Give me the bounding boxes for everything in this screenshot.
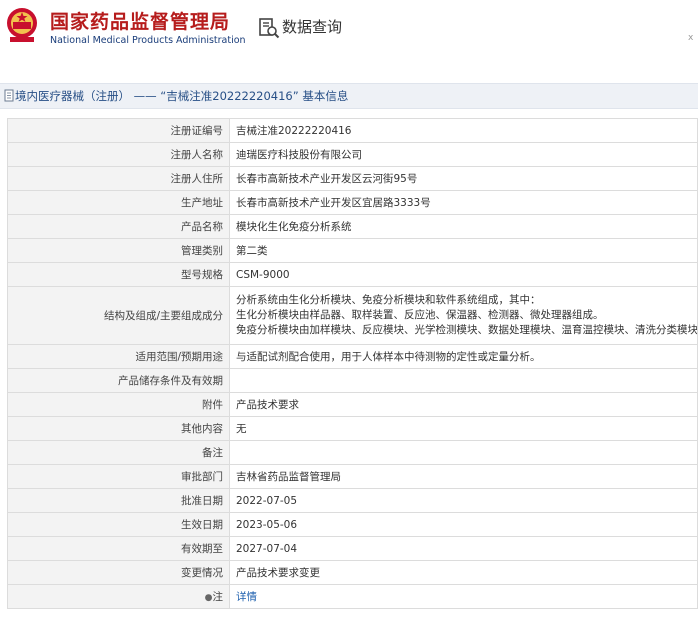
note-label: ●注 (7, 584, 230, 609)
field-label: 注册人住所 (7, 166, 230, 191)
table-row: 批准日期 2022-07-05 (7, 488, 698, 513)
structure-line: 生化分析模块由样品器、取样装置、反应池、保温器、检测器、微处理器组成。 (236, 309, 604, 321)
table-row: 生效日期 2023-05-06 (7, 512, 698, 537)
table-row: 适用范围/预期用途 与适配试剂配合使用，用于人体样本中待测物的定性或定量分析。 (7, 344, 698, 369)
field-value: 吉械注准20222220416 (229, 118, 698, 143)
field-value: CSM-9000 (229, 262, 698, 287)
field-value: 与适配试剂配合使用，用于人体样本中待测物的定性或定量分析。 (229, 344, 698, 369)
field-value: 迪瑞医疗科技股份有限公司 (229, 142, 698, 167)
breadcrumb: 境内医疗器械（注册） —— “吉械注准20222220416” 基本信息 (0, 83, 698, 109)
field-value: 2022-07-05 (229, 488, 698, 513)
header-edge-mark: x (688, 33, 694, 43)
details-link[interactable]: 详情 (236, 591, 257, 603)
data-query-title: 数据查询 (282, 18, 343, 36)
field-value: 第二类 (229, 238, 698, 263)
field-label: 注 (212, 591, 224, 603)
table-row: ●注 详情 (7, 584, 698, 609)
field-label: 生产地址 (7, 190, 230, 215)
table-row: 变更情况 产品技术要求变更 (7, 560, 698, 585)
table-row: 产品储存条件及有效期 (7, 368, 698, 393)
field-label: 注册人名称 (7, 142, 230, 167)
pin-icon: ● (204, 593, 213, 603)
field-label: 产品储存条件及有效期 (7, 368, 230, 393)
site-title-en: National Medical Products Administration (50, 35, 246, 46)
document-icon (4, 89, 14, 102)
table-row: 注册证编号 吉械注准20222220416 (7, 118, 698, 143)
field-value: 长春市高新技术产业开发区宜居路3333号 (229, 190, 698, 215)
structure-line: 分析系统由生化分析模块、免疫分析模块和软件系统组成，其中： (236, 294, 541, 306)
table-row: 备注 (7, 440, 698, 465)
field-label: 审批部门 (7, 464, 230, 489)
table-row: 结构及组成/主要组成成分 分析系统由生化分析模块、免疫分析模块和软件系统组成，其… (7, 286, 698, 345)
table-row: 生产地址 长春市高新技术产业开发区宜居路3333号 (7, 190, 698, 215)
field-value: 详情 (229, 584, 698, 609)
table-row: 产品名称 模块化生化免疫分析系统 (7, 214, 698, 239)
field-label: 注册证编号 (7, 118, 230, 143)
field-value-multiline: 分析系统由生化分析模块、免疫分析模块和软件系统组成，其中： 生化分析模块由样品器… (229, 286, 698, 345)
table-row: 注册人住所 长春市高新技术产业开发区云河街95号 (7, 166, 698, 191)
field-value: 2027-07-04 (229, 536, 698, 561)
field-label: 其他内容 (7, 416, 230, 441)
site-header: 国家药品监督管理局 National Medical Products Admi… (0, 0, 698, 68)
field-label: 型号规格 (7, 262, 230, 287)
table-row: 管理类别 第二类 (7, 238, 698, 263)
field-label: 适用范围/预期用途 (7, 344, 230, 369)
field-label: 结构及组成/主要组成成分 (7, 286, 230, 345)
table-row: 附件 产品技术要求 (7, 392, 698, 417)
field-value (229, 440, 698, 465)
field-label: 产品名称 (7, 214, 230, 239)
structure-line: 免疫分析模块由加样模块、反应模块、光学检测模块、数据处理模块、温育温控模块、清洗… (236, 324, 698, 336)
field-value: 无 (229, 416, 698, 441)
field-label: 生效日期 (7, 512, 230, 537)
site-title-cn[interactable]: 国家药品监督管理局 (50, 7, 230, 34)
field-value (229, 368, 698, 393)
field-label: 批准日期 (7, 488, 230, 513)
field-value: 吉林省药品监督管理局 (229, 464, 698, 489)
table-row: 型号规格 CSM-9000 (7, 262, 698, 287)
breadcrumb-text: 境内医疗器械（注册） —— “吉械注准20222220416” 基本信息 (15, 89, 349, 103)
table-row: 注册人名称 迪瑞医疗科技股份有限公司 (7, 142, 698, 167)
field-value: 2023-05-06 (229, 512, 698, 537)
national-emblem-icon (7, 8, 37, 42)
field-label: 变更情况 (7, 560, 230, 585)
field-label: 管理类别 (7, 238, 230, 263)
detail-table: 注册证编号 吉械注准20222220416 注册人名称 迪瑞医疗科技股份有限公司… (7, 118, 698, 609)
field-value: 模块化生化免疫分析系统 (229, 214, 698, 239)
table-row: 有效期至 2027-07-04 (7, 536, 698, 561)
table-row: 审批部门 吉林省药品监督管理局 (7, 464, 698, 489)
field-value: 产品技术要求变更 (229, 560, 698, 585)
document-search-icon (259, 18, 280, 39)
field-label: 有效期至 (7, 536, 230, 561)
field-value: 长春市高新技术产业开发区云河街95号 (229, 166, 698, 191)
field-label: 附件 (7, 392, 230, 417)
field-label: 备注 (7, 440, 230, 465)
table-row: 其他内容 无 (7, 416, 698, 441)
field-value: 产品技术要求 (229, 392, 698, 417)
